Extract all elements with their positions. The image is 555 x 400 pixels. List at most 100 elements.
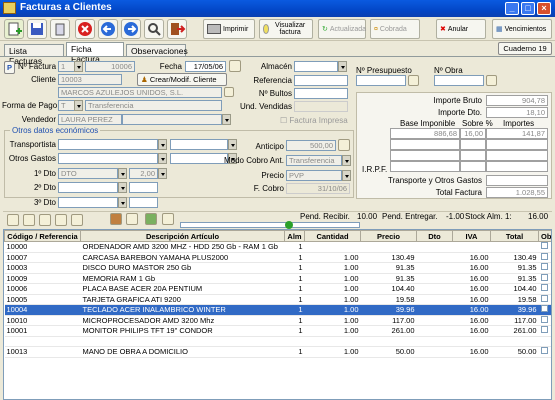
cell-alm[interactable]: 1 (284, 315, 305, 326)
column-header[interactable]: Código / Referencia (4, 230, 81, 242)
dto2-code-field[interactable] (58, 182, 118, 193)
due-dates-button[interactable]: ▦ Vencimientos (492, 19, 552, 39)
updated-button[interactable]: ↻ Actualizada (318, 19, 366, 39)
delete-file-icon[interactable] (50, 19, 70, 39)
cell-dto[interactable] (416, 273, 453, 284)
cell-precio[interactable]: 39.96 (360, 304, 417, 316)
obs-checkbox[interactable] (538, 294, 551, 305)
cliente-nombre-field[interactable]: MARCOS AZULEJOS UNIDOS, S.L. (58, 87, 222, 98)
cell-alm[interactable]: 1 (284, 325, 305, 337)
cell-desc[interactable]: DISCO DURO MASTOR 250 Gb (80, 262, 285, 274)
almacen-field[interactable] (294, 61, 338, 72)
cell-desc[interactable]: MEMORIA RAM 1 Gb (80, 273, 285, 284)
obs-checkbox[interactable] (538, 315, 551, 326)
cell-alm[interactable]: 1 (284, 283, 305, 295)
cell-codigo[interactable]: 10009 (4, 273, 81, 284)
cell-codigo[interactable]: 10003 (4, 262, 81, 274)
dto1-dropdown[interactable] (118, 168, 127, 179)
column-header[interactable]: Descripción Artículo (80, 230, 285, 242)
transportista-field[interactable] (58, 139, 158, 150)
cell-dto[interactable] (416, 262, 453, 274)
column-header[interactable]: Dto (416, 230, 453, 242)
cell-codigo[interactable] (4, 336, 81, 347)
cell-desc[interactable]: MANO DE OBRA A DOMICILIO (80, 346, 285, 358)
cell-precio[interactable]: 117.00 (360, 315, 417, 326)
previous-icon[interactable] (98, 19, 118, 39)
obs-checkbox[interactable] (538, 252, 551, 263)
print-button[interactable]: Imprimir (203, 19, 255, 39)
cell-precio[interactable] (360, 336, 417, 347)
table-row[interactable]: 10013 MANO DE OBRA A DOMICILIO 1 1.00 50.00 1… (4, 346, 551, 358)
column-header[interactable]: Total (490, 230, 539, 242)
cell-dto[interactable] (416, 325, 453, 337)
num-factura-field[interactable]: 10006 (85, 61, 135, 72)
cell-alm[interactable] (284, 336, 305, 347)
cell-iva[interactable]: 16.00 (452, 273, 491, 284)
cell-alm[interactable]: 1 (284, 304, 305, 316)
vendedor-field[interactable]: LAURA PEREZ (58, 114, 122, 125)
factura-impresa-checkbox[interactable]: ☐ Factura Impresa (280, 116, 348, 125)
view-invoice-button[interactable]: Visualizar factura (259, 19, 313, 39)
column-header[interactable]: Alm (284, 230, 305, 242)
cell-total[interactable]: 130.49 (490, 252, 539, 263)
modo-cobro-field[interactable]: Transferencia (286, 155, 342, 166)
cell-codigo[interactable]: 10013 (4, 346, 81, 358)
cell-iva[interactable]: 16.00 (452, 283, 491, 295)
table-row[interactable]: 10001 MONITOR PHILIPS TFT 19" CONDOR 1 1.00… (4, 325, 551, 337)
anticipo-calc-icon[interactable] (338, 139, 350, 151)
dto2-dropdown[interactable] (118, 182, 127, 193)
cell-precio[interactable]: 261.00 (360, 325, 417, 337)
table-row[interactable]: 10004 TECLADO ACER INALAMBRICO WINTER 1 1.0… (4, 304, 551, 316)
transportista-dropdown[interactable] (158, 139, 167, 150)
cell-codigo[interactable]: 10004 (4, 304, 81, 316)
save-icon[interactable] (27, 19, 47, 39)
cell-alm[interactable]: 1 (284, 262, 305, 274)
cell-iva[interactable] (452, 336, 491, 347)
cell-total[interactable]: 91.35 (490, 273, 539, 284)
cell-dto[interactable] (416, 283, 453, 295)
cell-precio[interactable]: 50.00 (360, 346, 417, 358)
vendedor-extra-field[interactable] (122, 114, 222, 125)
otros-gastos-field[interactable] (58, 153, 158, 164)
obra-field[interactable] (434, 75, 484, 86)
dto2-value-field[interactable] (129, 182, 158, 193)
dto1-value-dropdown[interactable] (158, 168, 167, 179)
obs-checkbox[interactable] (538, 283, 551, 295)
cell-iva[interactable]: 16.00 (452, 304, 491, 316)
dto3-value-field[interactable] (129, 197, 158, 208)
tools-icon[interactable] (145, 213, 157, 225)
cell-alm[interactable]: 1 (284, 346, 305, 358)
cell-desc[interactable]: TECLADO ACER INALAMBRICO WINTER (80, 304, 285, 316)
obs-checkbox[interactable] (538, 262, 551, 274)
cell-cant[interactable] (304, 241, 361, 253)
f-cobro-field[interactable]: 31/10/06 (286, 183, 350, 194)
close-button[interactable]: × (537, 2, 551, 15)
cell-total[interactable]: 50.00 (490, 346, 539, 358)
serie-dropdown[interactable] (74, 61, 83, 72)
cell-iva[interactable]: 16.00 (452, 252, 491, 263)
cell-cant[interactable]: 1.00 (304, 294, 361, 305)
otros-gastos-dropdown[interactable] (158, 153, 167, 164)
cell-cant[interactable]: 1.00 (304, 315, 361, 326)
cell-alm[interactable]: 1 (284, 294, 305, 305)
cell-desc[interactable]: ORDENADOR AMD 3200 MHZ - HDD 250 Gb - RA… (80, 241, 285, 253)
cell-codigo[interactable]: 10000 (4, 241, 81, 253)
next-icon[interactable] (121, 19, 141, 39)
serie-field[interactable]: 1 (58, 61, 75, 72)
list-icon[interactable] (224, 87, 234, 97)
obs-checkbox[interactable] (538, 241, 551, 253)
cancel-invoice-button[interactable]: ✖ Anular (436, 19, 486, 39)
arrow-icon[interactable] (23, 214, 35, 226)
cell-desc[interactable]: PLACA BASE ACER 20A PENTIUM (80, 283, 285, 295)
column-header[interactable]: Cantidad (304, 230, 361, 242)
cell-precio[interactable]: 91.35 (360, 262, 417, 274)
table-row[interactable]: 10005 TARJETA GRAFICA ATI 9200 1 1.00 19.58 1… (4, 294, 551, 305)
forma-pago-code-field[interactable]: T (58, 100, 75, 111)
dto3-dropdown[interactable] (118, 197, 127, 208)
cell-desc[interactable]: MONITOR PHILIPS TFT 19" CONDOR (80, 325, 285, 337)
scroll-track[interactable] (180, 222, 360, 228)
crear-cliente-button[interactable]: ♟ Crear/Modif. Cliente (137, 73, 227, 86)
cell-iva[interactable]: 16.00 (452, 294, 491, 305)
search-icon[interactable] (144, 19, 164, 39)
cell-total[interactable]: 39.96 (490, 304, 539, 316)
